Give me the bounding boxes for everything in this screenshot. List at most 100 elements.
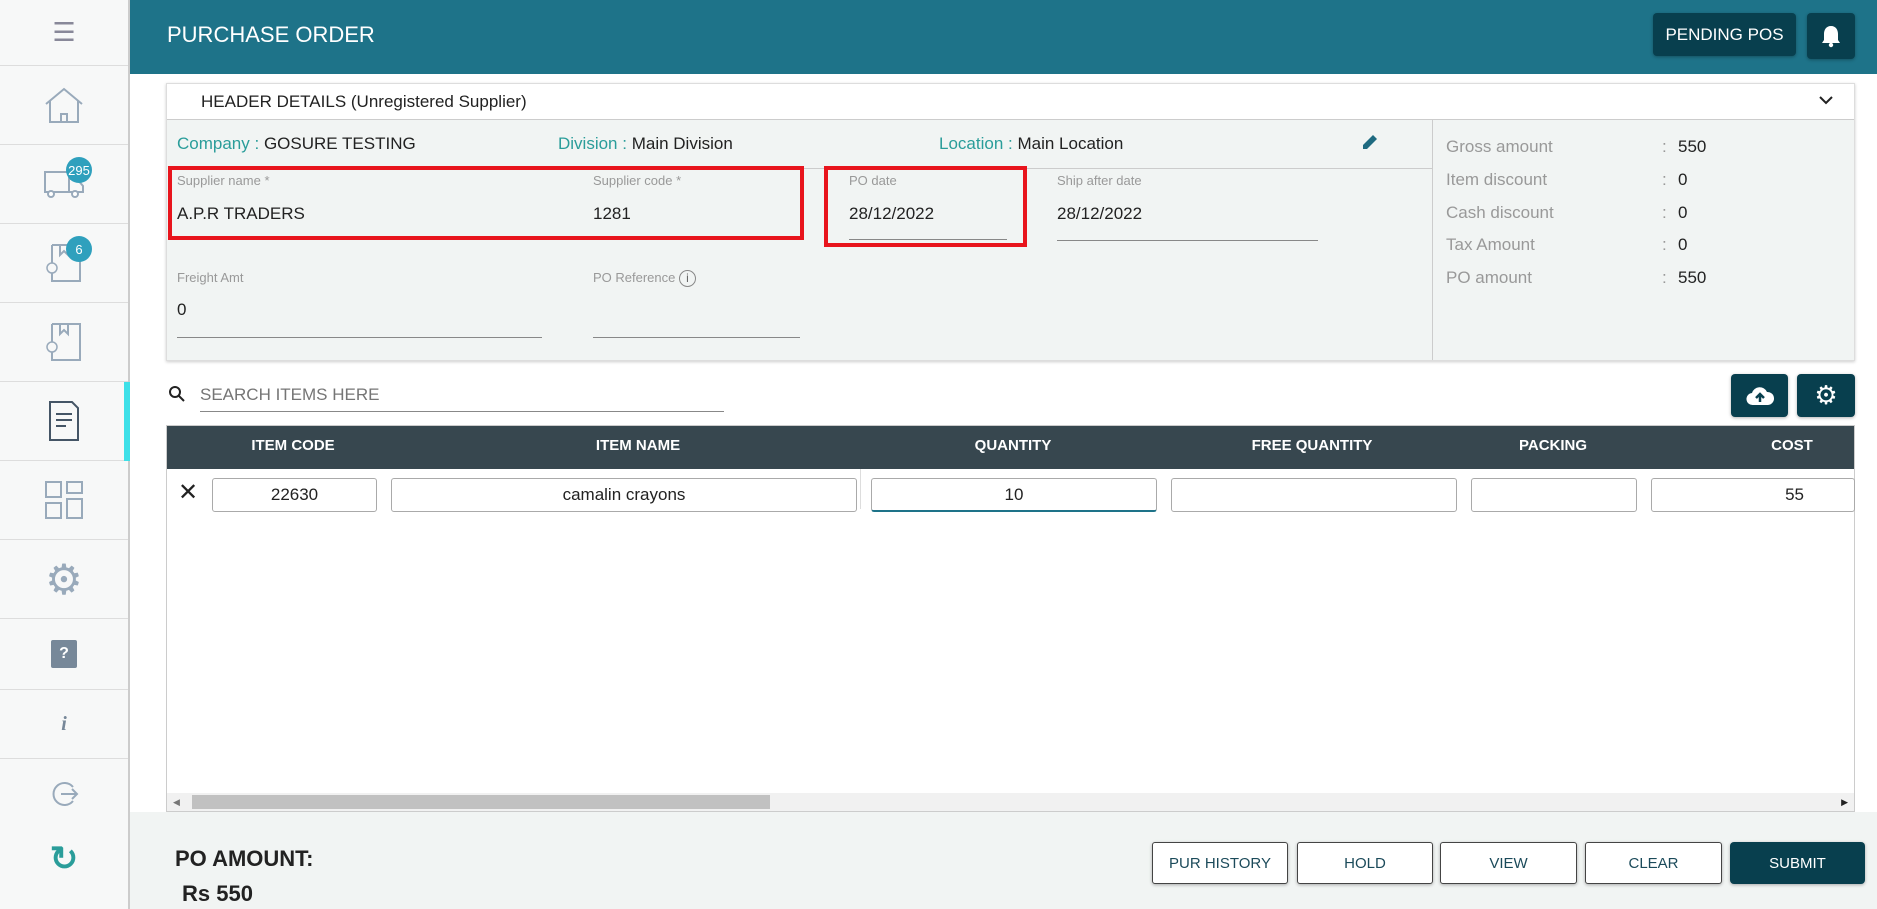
hold-button[interactable]: HOLD [1297,842,1433,884]
freight-label: Freight Amt [177,270,244,285]
summary-value: 0 [1678,203,1688,222]
col-packing: PACKING [1518,437,1588,454]
card-title: HEADER DETAILS (Unregistered Supplier) [201,92,527,111]
sidebar-item-info[interactable]: i [0,690,128,759]
sidebar-item-dashboard[interactable] [0,461,128,540]
division-info: Division : Main Division [558,134,733,154]
division-label: Division : [558,134,627,153]
quantity-input[interactable]: 10 [871,478,1157,512]
summary-value: 0 [1678,170,1688,189]
upload-button[interactable] [1731,374,1788,417]
po-reference-underline [593,337,800,338]
page-title: PURCHASE ORDER [167,22,375,47]
horizontal-scrollbar[interactable]: ◀ ▶ [167,793,1854,811]
summary-value: 550 [1678,137,1707,156]
free-quantity-input[interactable] [1171,478,1457,512]
pending-pos-button[interactable]: PENDING POS [1653,13,1796,56]
top-bar [130,0,1877,74]
po-date-field[interactable]: 28/12/2022 [849,204,934,224]
company-info: Company : GOSURE TESTING [177,134,416,154]
scroll-right-arrow[interactable]: ▶ [1841,797,1848,808]
cloud-upload-icon [1745,386,1774,405]
search-items-input[interactable] [200,378,724,412]
edit-pencil-icon[interactable] [1361,133,1379,151]
col-cost: COST [1771,437,1813,454]
ship-after-field[interactable]: 28/12/2022 [1057,204,1142,224]
sidebar-item-logout[interactable] [0,759,128,829]
grid-icon [45,481,83,519]
company-value: GOSURE TESTING [263,134,416,153]
summary-label: PO amount [1446,268,1532,287]
column-divider [860,469,861,509]
sidebar-item-home[interactable] [0,66,128,145]
summary-label: Tax Amount [1446,235,1535,254]
package-return-icon [46,323,81,361]
summary-label: Cash discount [1446,203,1554,222]
po-amount-value: Rs 550 [182,881,253,906]
packing-input[interactable] [1471,478,1637,512]
ship-after-label: Ship after date [1057,173,1142,188]
sidebar-item-sync[interactable]: ↻ [0,829,128,889]
sidebar-item-returns[interactable] [0,303,128,382]
sidebar-item-purchase-order[interactable] [0,382,130,461]
summary-label: Gross amount [1446,137,1553,156]
info-circle-icon[interactable]: i [679,270,696,287]
divider [1432,120,1433,360]
sidebar: ☰ 295 6 ⚙ ? i ↻ [0,0,130,909]
sidebar-item-received[interactable]: 6 [0,224,128,303]
card-header[interactable]: HEADER DETAILS (Unregistered Supplier) [167,84,1854,120]
notifications-button[interactable] [1807,13,1855,59]
active-indicator [124,382,130,461]
settings-button[interactable]: ⚙ [1797,374,1855,417]
search-icon [169,386,185,402]
scrollbar-thumb[interactable] [192,795,770,809]
location-info: Location : Main Location [939,134,1123,154]
invoice-cart-icon [49,401,79,441]
gear-icon: ⚙ [45,555,83,603]
col-item-name: ITEM NAME [595,437,681,454]
sidebar-item-deliveries[interactable]: 295 [0,145,128,224]
supplier-name-label: Supplier name * [177,173,270,188]
scroll-left-arrow[interactable]: ◀ [173,797,180,808]
division-value: Main Division [631,134,733,153]
view-button[interactable]: VIEW [1440,842,1577,884]
bell-icon [1822,26,1840,48]
supplier-name-field[interactable]: A.P.R TRADERS [177,204,305,224]
home-icon [45,87,83,123]
sidebar-item-settings[interactable]: ⚙ [0,540,128,619]
received-badge: 6 [66,236,92,262]
po-date-label: PO date [849,173,897,188]
summary-value: 0 [1678,235,1688,254]
pur-history-button[interactable]: PUR HISTORY [1152,842,1288,884]
gear-icon: ⚙ [1814,380,1838,410]
location-value: Main Location [1017,134,1124,153]
freight-field[interactable]: 0 [177,300,186,320]
po-reference-label: PO Reference i [593,270,696,287]
col-quantity: QUANTITY [974,437,1052,454]
submit-button[interactable]: SUBMIT [1730,842,1865,884]
sync-icon: ↻ [49,840,79,878]
supplier-code-field[interactable]: 1281 [593,204,631,224]
item-code-input[interactable]: 22630 [212,478,377,512]
cost-input[interactable]: 55 [1651,478,1855,512]
amount-summary: Gross amount:550 Item discount:0 Cash di… [1446,137,1707,287]
company-label: Company : [177,134,260,153]
info-icon: i [61,712,67,735]
supplier-code-label: Supplier code * [593,173,682,188]
item-name-input[interactable]: camalin crayons [391,478,857,512]
help-icon: ? [51,640,77,668]
logout-icon [52,782,79,806]
col-free-quantity: FREE QUANTITY [1251,437,1373,454]
sidebar-item-help[interactable]: ? [0,619,128,690]
location-label: Location : [939,134,1013,153]
hamburger-icon: ☰ [52,17,76,47]
clear-button[interactable]: CLEAR [1585,842,1722,884]
ship-after-underline [1057,240,1318,241]
col-item-code: ITEM CODE [251,437,335,454]
delete-row-icon[interactable]: ✕ [178,478,198,507]
menu-toggle[interactable]: ☰ [0,0,128,66]
summary-value: 550 [1678,268,1707,287]
deliveries-badge: 295 [66,157,92,183]
chevron-down-icon[interactable] [1818,94,1834,106]
po-amount-label: PO AMOUNT: [175,846,314,871]
